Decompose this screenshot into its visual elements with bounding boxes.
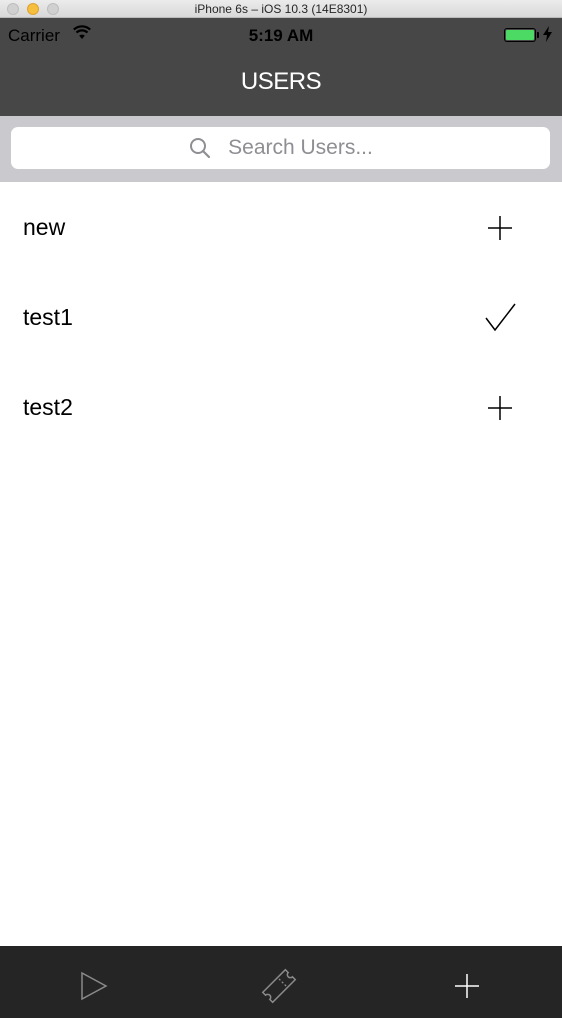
status-bar: Carrier 5:19 AM xyxy=(0,18,562,52)
user-list: new test1 test2 xyxy=(0,182,562,452)
plus-icon[interactable] xyxy=(484,212,516,244)
plus-icon[interactable] xyxy=(484,392,516,424)
ticket-icon[interactable] xyxy=(257,964,301,1008)
charging-bolt-icon xyxy=(543,26,552,42)
play-icon[interactable] xyxy=(70,964,114,1008)
simulator-titlebar: iPhone 6s – iOS 10.3 (14E8301) xyxy=(0,0,562,18)
battery-icon xyxy=(504,28,539,42)
user-name: new xyxy=(23,214,66,240)
page-title: USERS xyxy=(240,68,322,95)
list-item[interactable]: test2 xyxy=(0,362,562,452)
user-name: test1 xyxy=(23,304,73,330)
tab-bar xyxy=(0,946,562,1018)
status-time: 5:19 AM xyxy=(248,26,314,45)
list-item[interactable]: new xyxy=(0,182,562,272)
list-item[interactable]: test1 xyxy=(0,272,562,362)
plus-icon[interactable] xyxy=(445,964,489,1008)
window-title: iPhone 6s – iOS 10.3 (14E8301) xyxy=(194,2,368,16)
search-input[interactable] xyxy=(11,127,550,169)
search-bar xyxy=(0,116,562,182)
navigation-bar: Carrier 5:19 AM USERS xyxy=(0,18,562,116)
checkmark-icon[interactable] xyxy=(484,302,516,334)
user-name: test2 xyxy=(23,394,73,420)
